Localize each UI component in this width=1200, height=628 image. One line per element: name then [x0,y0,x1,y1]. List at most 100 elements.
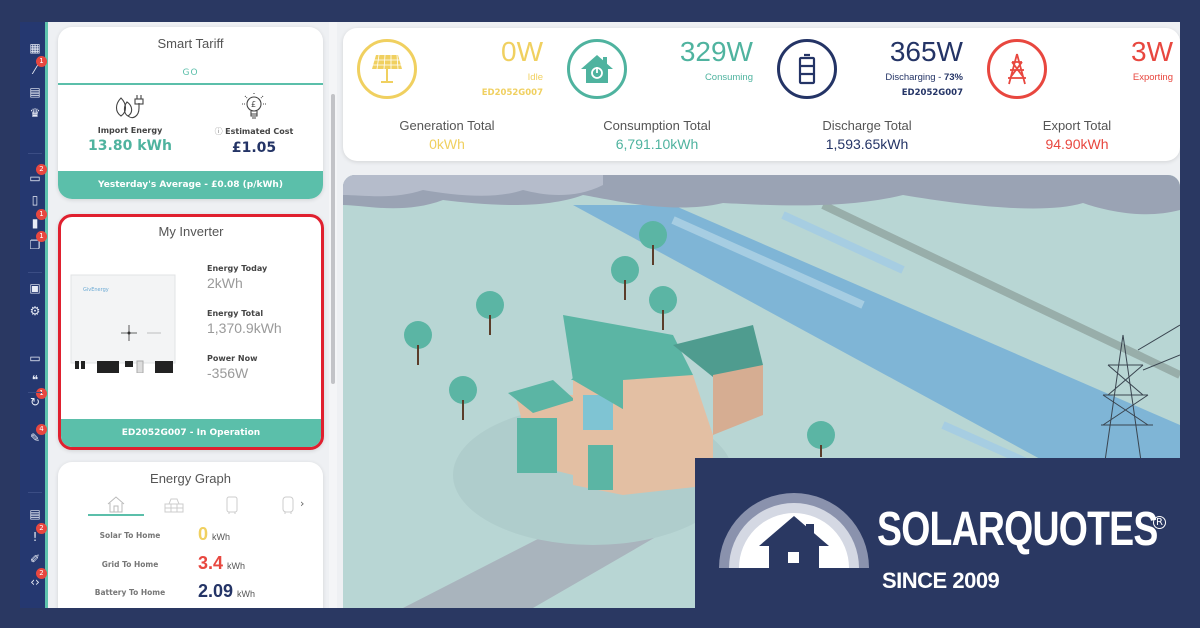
brand-name: SOLARQUOTES [877,503,1158,556]
home-icon [567,39,627,99]
energy-flow-unit: kWh [212,532,231,542]
sidebar-item-crown[interactable]: ♛ [27,105,43,121]
energy-flow-value: 2.09 [198,581,234,601]
sidebar-item-device[interactable]: ▮ 1 [27,209,47,231]
power-now-value: -356W [207,365,249,381]
tree [807,421,835,449]
home-power: 329W [679,36,753,67]
help-icon[interactable]: ⓘ [215,127,226,136]
sidebar-item-wand[interactable]: ⁄ 1 [27,56,47,78]
inverter-title: My Inverter [158,224,224,239]
generation-total-value: 0kWh [429,136,465,152]
solar-status: Idle [527,72,543,83]
battery-status-text: Discharging - [885,72,944,83]
tree [611,256,639,284]
tree [476,291,504,319]
tariff-name[interactable]: GO [58,68,323,78]
consumption-total-value: 6,791.10kWh [615,136,699,152]
home-icon [107,496,125,513]
grid-power: 3W [1131,36,1173,67]
tab-home[interactable] [88,494,144,516]
sidebar-divider [28,153,42,154]
grid-status: Exporting [1132,72,1173,83]
battery-icon [777,39,837,99]
energy-flow-unit: kWh [237,589,256,599]
tree [404,321,432,349]
notification-badge: 1 [36,56,47,67]
smart-tariff-title: Smart Tariff [157,36,224,51]
sidebar-item-edit-table[interactable]: ✐ [27,551,43,567]
discharge-total: Discharge Total 1,593.65kWh [767,118,967,152]
tab-battery-alt[interactable] [260,494,316,516]
brand-tagline: SINCE 2009 [882,568,1000,593]
sidebar-divider [28,492,42,493]
consumption-total: Consumption Total 6,791.10kWh [557,118,757,152]
rainbow-house-icon [719,493,869,568]
sidebar-item-chat[interactable]: ▭ [27,350,43,366]
sidebar-item-dashboard[interactable]: ▦ [27,40,43,56]
tariff-underline [58,83,323,85]
battery-serial: ED2052G007 [901,88,963,98]
battery-status: Discharging - 73% [885,72,963,83]
sidebar-item-alert[interactable]: ! 2 [27,523,47,545]
import-energy-value: 13.80 kWh [88,138,172,154]
sidebar-item-monitor[interactable]: ▭ 2 [27,164,47,186]
sidebar-accent [45,22,48,608]
estimated-cost-label: ⓘ Estimated Cost [194,126,314,137]
energy-flow-label: Battery To Home [94,588,166,597]
calendar-chat-icon: ▤ [29,507,41,521]
smart-tariff-card: Smart Tariff GO Import Energy 13.80 kWh [58,27,323,199]
notification-badge: 1 [36,388,47,399]
sidebar-item-portrait[interactable]: ▣ [27,280,43,296]
estimated-cost-block: £ ⓘ Estimated Cost £1.05 [194,93,314,156]
sidebar-item-calendar-chat[interactable]: ▤ [27,506,43,522]
battery-soc: 73% [943,72,963,83]
export-total-value: 94.90kWh [1045,136,1109,152]
scrollbar-thumb[interactable] [331,94,335,384]
tree [639,221,667,249]
export-total-label: Export Total [1042,118,1112,133]
energy-graph-card: Energy Graph › Solar To Home 0 kWh Grid To … [58,462,323,608]
yesterday-average: Yesterday's Average - £0.08 (p/kWh) [58,171,323,199]
notification-badge: 1 [36,209,47,220]
inverter-status: ED2052G007 - In Operation [61,419,321,447]
battery-stat: 365W Discharging - 73% ED2052G007 [767,36,977,106]
layout-icon: ▤ [29,85,41,99]
energy-flow-value: 0 [198,524,209,544]
tab-solar[interactable] [146,494,202,516]
registered-mark: R [1153,516,1166,529]
sidebar-item-quote[interactable]: ❝ [27,372,43,388]
inverter-card[interactable]: My Inverter GivEnergy Energy Today 2kWh … [58,214,324,450]
sidebar-item-user-settings[interactable]: ⚙ [27,303,43,319]
sidebar-item-wrench[interactable]: ✎ 4 [27,424,47,446]
energy-flow-label: Solar To Home [99,531,161,540]
sidebar-item-battery[interactable]: ▯ [27,192,43,208]
generation-total-label: Generation Total [399,118,495,133]
import-energy-label: Import Energy [97,126,163,135]
svg-text:£: £ [251,100,256,109]
energy-total-value: 1,370.9kWh [207,320,282,336]
energy-flow-value: 3.4 [198,553,224,573]
tab-battery[interactable] [204,494,260,516]
generation-total: Generation Total 0kWh [347,118,547,152]
solar-stat: 0W Idle ED2052G007 [347,36,557,106]
power-summary-card: 0W Idle ED2052G007 329W Consuming 365W D… [343,28,1180,161]
solar-panel-icon [164,498,184,513]
tabs-next-button[interactable]: › [300,497,304,510]
energy-total-label: Energy Total [207,309,264,318]
chat-icon: ▭ [29,351,41,365]
import-energy-block: Import Energy 13.80 kWh [70,93,190,154]
notification-badge: 4 [36,424,47,435]
sidebar-item-code[interactable]: ‹› 2 [27,568,47,590]
home-status: Consuming [704,72,753,83]
home-stat: 329W Consuming [557,36,767,106]
sidebar-item-layout[interactable]: ▤ [27,84,43,100]
energy-flow-unit: kWh [227,561,246,571]
solar-power: 0W [501,36,543,67]
sidebar-item-sync[interactable]: ↻ 1 [27,388,47,410]
export-total: Export Total 94.90kWh [977,118,1177,152]
energy-graph-title: Energy Graph [150,471,231,486]
energy-today-label: Energy Today [207,264,268,273]
discharge-total-label: Discharge Total [822,118,912,133]
sidebar-item-copy[interactable]: ❐ 1 [27,231,47,253]
